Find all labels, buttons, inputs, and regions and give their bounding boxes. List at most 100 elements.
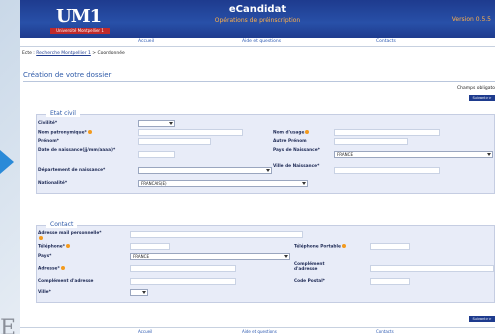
pays-contact-value: FRANCE xyxy=(133,254,149,259)
adresse-input[interactable] xyxy=(130,265,236,272)
breadcrumb-current: Coordonnée xyxy=(97,51,125,56)
ville-naissance-label: Ville de Naissance* xyxy=(273,164,328,169)
telephone-label-text: Téléphone* xyxy=(38,244,65,250)
autre-prenom-label: Autre Prénom xyxy=(273,139,307,144)
nom-usage-label: Nom d'usage xyxy=(273,130,310,136)
footer-contacts-link[interactable]: Contacts xyxy=(376,329,394,334)
nav-accueil-link[interactable]: Accueil xyxy=(138,39,154,44)
complement-label: Complément d'adresse xyxy=(294,262,349,272)
nom-usage-label-text: Nom d'usage xyxy=(273,130,305,136)
ville-naissance-label-text: Ville de Naissance* xyxy=(273,164,320,169)
pays-naissance-value: FRANCE xyxy=(337,152,353,157)
civilite-label-text: Civilité* xyxy=(38,121,58,126)
next-button-top[interactable]: Suivant>> xyxy=(469,95,495,101)
chevron-down-icon xyxy=(266,169,270,172)
email-label-text: Adresse mail personnelle* xyxy=(38,231,102,236)
breadcrumb-prefix: Ecte : xyxy=(22,51,35,56)
email-label: Adresse mail personnelle* xyxy=(38,231,102,242)
nationalite-value: FRANCAIS(E) xyxy=(141,181,167,186)
page-title: Création de votre dossier xyxy=(23,71,112,79)
pays-contact-label-text: Pays* xyxy=(38,254,52,259)
nationalite-select[interactable]: FRANCAIS(E) xyxy=(138,180,308,187)
chevron-down-icon xyxy=(284,255,288,258)
autre-prenom-label-text: Autre Prénom xyxy=(273,139,307,144)
footer-nav: Accueil Aide et questions Contacts xyxy=(20,327,495,334)
site-header: UM1 Université Montpellier 1 eCandidat O… xyxy=(20,0,495,38)
nationalite-label: Nationalité* xyxy=(38,181,67,186)
chevron-down-icon xyxy=(302,182,306,185)
portable-input[interactable] xyxy=(370,243,410,250)
nom-input[interactable] xyxy=(138,129,243,136)
departement-select[interactable] xyxy=(138,167,272,174)
background-letter: E xyxy=(0,316,17,334)
civilite-label: Civilité* xyxy=(38,121,57,126)
ville-contact-label: Ville* xyxy=(38,290,51,295)
ville-contact-select[interactable] xyxy=(130,289,148,296)
portable-label-text: Téléphone Portable xyxy=(294,244,341,250)
next-button-bottom[interactable]: Suivant>> xyxy=(469,316,495,322)
university-name: Université Montpellier 1 xyxy=(56,28,104,33)
email-input[interactable] xyxy=(130,231,303,238)
required-fields-note: Champs obligato xyxy=(456,86,495,91)
complement2-label: Complément d'adresse xyxy=(38,279,93,284)
autre-prenom-input[interactable] xyxy=(334,138,408,145)
complement-input[interactable] xyxy=(370,265,494,272)
departement-label: Département de naissance* xyxy=(38,168,105,173)
nav-contacts-link[interactable]: Contacts xyxy=(376,39,396,44)
required-icon xyxy=(305,130,310,134)
required-icon xyxy=(65,244,70,248)
nom-label-text: Nom patronymique* xyxy=(38,130,87,136)
required-icon xyxy=(341,244,346,248)
app-title: eCandidat xyxy=(228,4,287,15)
nationalite-label-text: Nationalité* xyxy=(38,181,68,186)
contact-legend: Contact xyxy=(46,221,78,228)
portable-label: Téléphone Portable xyxy=(294,244,346,250)
breadcrumb-link[interactable]: Recherche Montpellier 1 xyxy=(36,51,91,56)
pays-naissance-label: Pays de Naissance* xyxy=(273,148,328,153)
telephone-input[interactable] xyxy=(130,243,170,250)
date-label: Date de naissance(jj/mm/aaaa)* xyxy=(38,148,133,153)
arrow-icon xyxy=(0,150,14,174)
pays-contact-label: Pays* xyxy=(38,254,51,259)
code-postal-label-text: Code Postal* xyxy=(294,279,325,284)
footer-accueil-link[interactable]: Accueil xyxy=(138,329,152,334)
breadcrumb: Ecte : Recherche Montpellier 1 > Coordon… xyxy=(22,51,125,56)
chevron-down-icon xyxy=(169,122,173,125)
required-icon xyxy=(87,130,92,134)
top-nav: Accueil Aide et questions Contacts xyxy=(20,38,495,47)
nom-label: Nom patronymique* xyxy=(38,130,92,136)
prenom-label-text: Prénom* xyxy=(38,139,59,144)
breadcrumb-separator: > xyxy=(92,51,97,56)
departement-label-text: Département de naissance* xyxy=(38,168,106,173)
telephone-label: Téléphone* xyxy=(38,244,70,250)
pays-naissance-label-text: Pays de Naissance* xyxy=(273,148,320,153)
version-label: Version 0.5.5 xyxy=(451,16,491,23)
chevron-down-icon xyxy=(487,153,491,156)
complement-label-text: Complément d'adresse xyxy=(294,262,325,272)
code-postal-label: Code Postal* xyxy=(294,279,325,284)
etat-civil-legend: Etat civil xyxy=(46,110,80,117)
nom-usage-input[interactable] xyxy=(334,129,440,136)
adresse-label-text: Adresse* xyxy=(38,266,60,272)
university-logo-band: Université Montpellier 1 xyxy=(50,28,110,34)
required-icon xyxy=(39,236,43,240)
prenom-input[interactable] xyxy=(138,138,211,145)
chevron-down-icon xyxy=(142,291,146,294)
ville-naissance-input[interactable] xyxy=(334,167,440,174)
pays-contact-select[interactable]: FRANCE xyxy=(130,253,290,260)
pays-naissance-select[interactable]: FRANCE xyxy=(334,151,493,158)
footer-aide-link[interactable]: Aide et questions xyxy=(242,329,277,334)
prenom-label: Prénom* xyxy=(38,139,59,144)
civilite-select[interactable] xyxy=(138,120,175,127)
title-divider xyxy=(23,81,495,82)
browser-page: UM1 Université Montpellier 1 eCandidat O… xyxy=(20,0,495,334)
app-subtitle: Opérations de préinscription xyxy=(214,17,301,24)
nav-aide-link[interactable]: Aide et questions xyxy=(242,39,281,44)
date-label-text: Date de naissance(jj/mm/aaaa)* xyxy=(38,148,116,153)
complement2-input[interactable] xyxy=(130,278,236,285)
complement2-label-text: Complément d'adresse xyxy=(38,279,94,284)
date-naissance-input[interactable] xyxy=(138,151,175,158)
ville-contact-label-text: Ville* xyxy=(38,290,51,295)
adresse-label: Adresse* xyxy=(38,266,65,272)
code-postal-input[interactable] xyxy=(370,278,410,285)
